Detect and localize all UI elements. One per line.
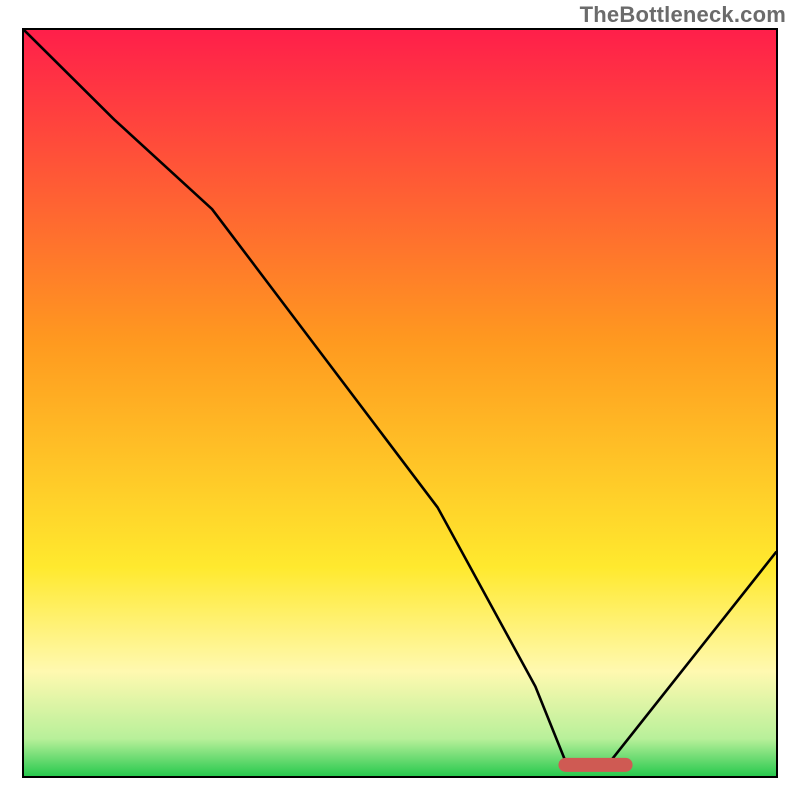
chart-frame: TheBottleneck.com — [0, 0, 800, 800]
plot-area — [22, 28, 778, 778]
plot-svg — [24, 30, 776, 776]
watermark-text: TheBottleneck.com — [580, 2, 786, 28]
